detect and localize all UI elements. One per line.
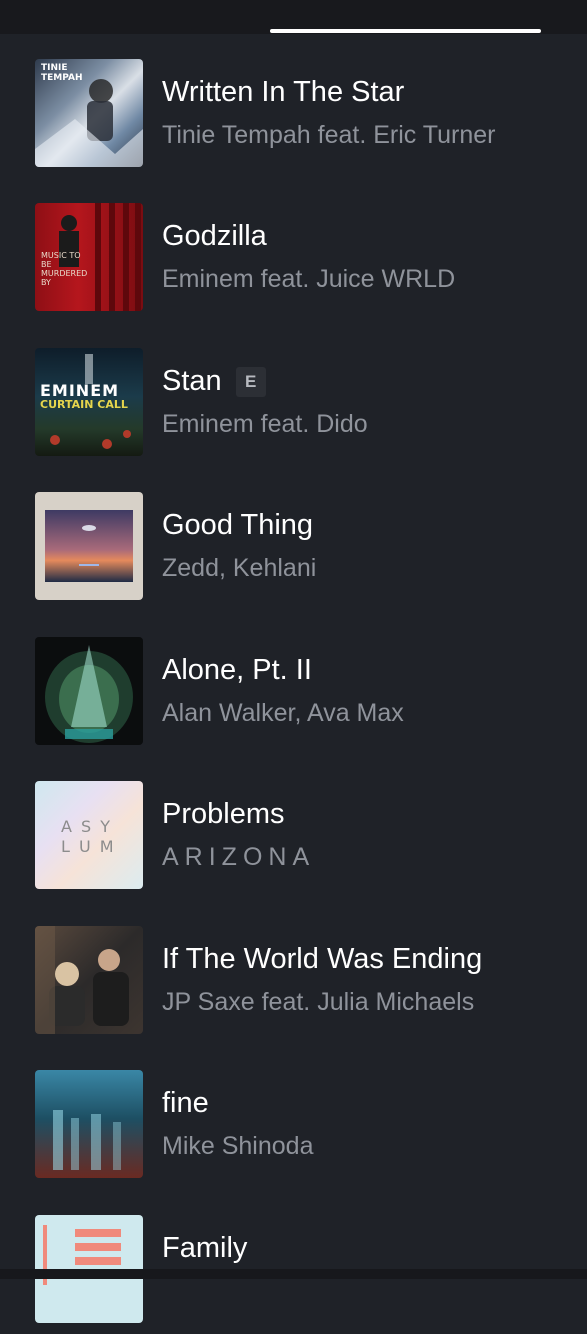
- track-title: Good Thing: [162, 509, 314, 541]
- art-subtitle: CURTAIN CALL: [40, 398, 128, 411]
- track-row[interactable]: TINIE TEMPAH Written In The Star Tinie T…: [0, 34, 587, 178]
- top-tab-bar: [0, 0, 587, 34]
- track-row[interactable]: Good Thing Zedd, Kehlani: [0, 467, 587, 611]
- art-illustration: [45, 645, 133, 743]
- track-artist: Eminem feat. Juice WRLD: [162, 265, 456, 293]
- album-art: [35, 926, 143, 1034]
- art-text: A S Y: [61, 817, 113, 836]
- track-artist: Tinie Tempah feat. Eric Turner: [162, 121, 496, 149]
- track-title: Family: [162, 1232, 248, 1264]
- track-artist: ARIZONA: [162, 843, 316, 871]
- track-artist: Zedd, Kehlani: [162, 554, 317, 582]
- art-text: L U M: [61, 837, 116, 856]
- track-title: Written In The Star: [162, 76, 405, 108]
- track-row[interactable]: fine Mike Shinoda: [0, 1045, 587, 1189]
- track-artist: Alan Walker, Ava Max: [162, 699, 404, 727]
- album-art: [35, 637, 143, 745]
- track-row[interactable]: A S Y L U M Problems ARIZONA: [0, 756, 587, 900]
- art-text: TINIE TEMPAH: [41, 63, 83, 83]
- track-row[interactable]: MUSIC TO BE MURDERED BY Godzilla Eminem …: [0, 178, 587, 322]
- track-row[interactable]: EMINEM CURTAIN CALL Stan E Eminem feat. D…: [0, 323, 587, 467]
- track-title: Godzilla: [162, 220, 267, 252]
- art-illustration: [35, 926, 129, 1034]
- track-artist: Mike Shinoda: [162, 1132, 314, 1160]
- bottom-edge: [0, 1269, 587, 1279]
- album-art: EMINEM CURTAIN CALL: [35, 348, 143, 456]
- album-art: TINIE TEMPAH: [35, 59, 143, 167]
- track-row[interactable]: If The World Was Ending JP Saxe feat. Ju…: [0, 901, 587, 1045]
- art-illustration: [53, 1110, 121, 1170]
- album-art: MUSIC TO BE MURDERED BY: [35, 203, 143, 311]
- album-art: [35, 1070, 143, 1178]
- track-row[interactable]: Family: [0, 1190, 587, 1334]
- track-title: Stan E: [162, 363, 266, 399]
- active-tab-indicator: [270, 29, 541, 33]
- art-illustration: [45, 510, 133, 582]
- track-artist: Eminem feat. Dido: [162, 410, 368, 438]
- track-artist: JP Saxe feat. Julia Michaels: [162, 988, 475, 1016]
- art-text: MUSIC TO BE MURDERED BY: [41, 251, 88, 287]
- track-title-text: Stan: [162, 365, 222, 397]
- track-title: Problems: [162, 798, 285, 830]
- album-art: A S Y L U M: [35, 781, 143, 889]
- track-row[interactable]: Alone, Pt. II Alan Walker, Ava Max: [0, 612, 587, 756]
- explicit-badge: E: [235, 367, 266, 398]
- album-art: [35, 492, 143, 600]
- track-title: Alone, Pt. II: [162, 654, 312, 686]
- track-title: fine: [162, 1087, 209, 1119]
- track-title: If The World Was Ending: [162, 943, 483, 975]
